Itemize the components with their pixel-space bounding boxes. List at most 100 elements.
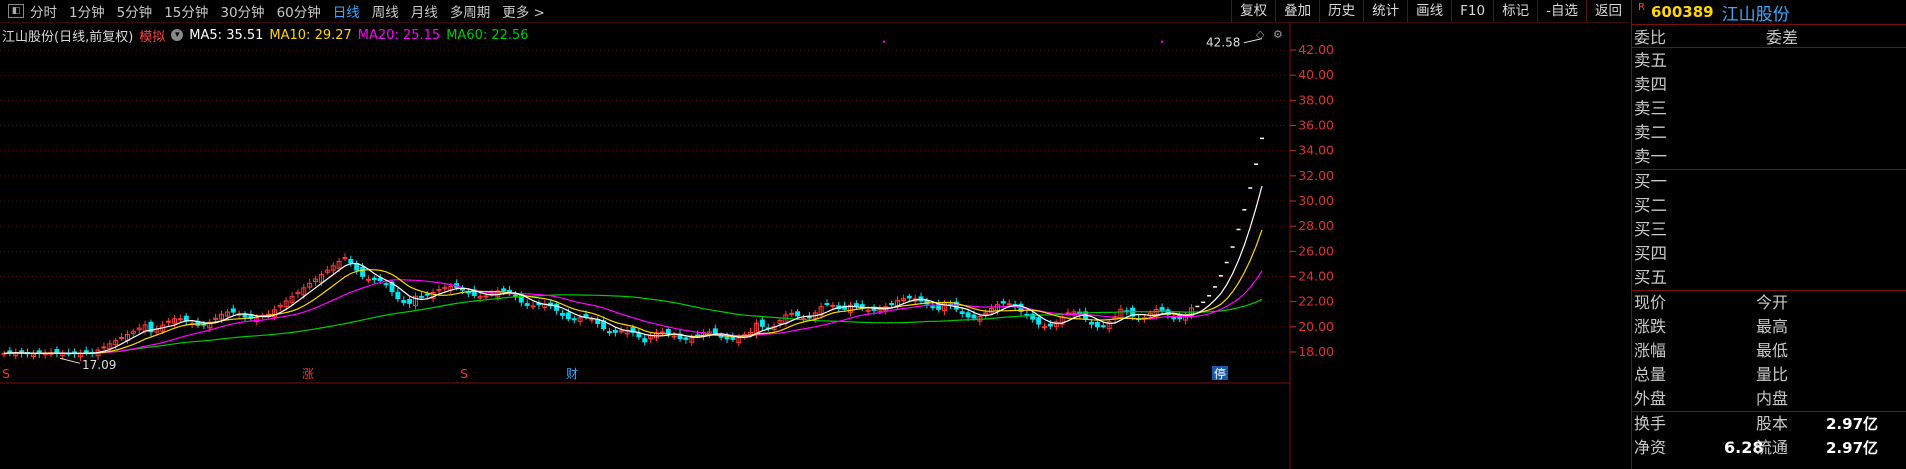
- tool-button[interactable]: F10: [1451, 0, 1493, 22]
- candle-body: [789, 312, 795, 315]
- candle-body: [395, 291, 401, 300]
- candle-body: [1036, 317, 1042, 325]
- event-marker: S: [2, 367, 10, 381]
- candle-body: [712, 328, 718, 335]
- candle-body: [230, 308, 236, 313]
- quote-row: 涨跌 最高: [1632, 315, 1906, 339]
- capital-value: 2.97亿: [1826, 415, 1879, 433]
- diamond-icon: ◇: [1256, 28, 1265, 41]
- tick-label: 42.00: [1298, 42, 1334, 57]
- sell-book: 卖五 卖四 卖三 卖二 卖一: [1632, 48, 1906, 170]
- diff-label: 委差: [1766, 28, 1799, 47]
- candle-body: [119, 337, 125, 340]
- candle-body: [524, 303, 530, 306]
- dot-marker: [882, 40, 886, 43]
- sell-level: 卖五: [1634, 51, 1667, 70]
- capital-label: 股本: [1756, 414, 1789, 433]
- candle-body: [365, 278, 371, 281]
- candle-body: [1089, 321, 1095, 325]
- candle-body: [1000, 301, 1006, 304]
- tick-label: 24.00: [1298, 269, 1334, 284]
- period-tab[interactable]: 周线: [372, 1, 399, 21]
- period-toolbar: ◧ 分时 1分钟 5分钟 15分钟 30分钟 60分钟 日线 周线 月线 多周期 更多 > 复权 叠加…: [0, 0, 1630, 23]
- low-label: 17.09: [82, 358, 116, 372]
- period-tab[interactable]: 60分钟: [277, 1, 321, 21]
- candle-body: [1100, 325, 1106, 328]
- settings-small-icon: ⚙: [1273, 28, 1283, 41]
- period-tab[interactable]: 更多 >: [502, 1, 545, 21]
- tick-label: 32.00: [1298, 168, 1334, 183]
- quote-label: 涨跌: [1634, 317, 1667, 336]
- candle-body: [1094, 321, 1100, 328]
- quote-row: 现价 今开: [1632, 291, 1906, 315]
- candle-body: [795, 311, 801, 317]
- tool-button[interactable]: 标记: [1493, 0, 1537, 22]
- quote-header: R 600389 江山股份: [1632, 0, 1906, 25]
- period-tab[interactable]: 日线: [333, 1, 360, 21]
- tick-label: 34.00: [1298, 143, 1334, 158]
- candle-body: [501, 288, 507, 292]
- candle-body: [959, 311, 965, 314]
- candle-body: [730, 336, 736, 340]
- tick-label: 28.00: [1298, 218, 1334, 233]
- period-tab[interactable]: 30分钟: [220, 1, 264, 21]
- tick-label: 30.00: [1298, 193, 1334, 208]
- tool-button[interactable]: 复权: [1231, 0, 1275, 22]
- candlestick-chart[interactable]: 42.00 40.00 38.00 36.00 34.00 32.00 30.00 28.00…: [0, 22, 1630, 469]
- tool-button[interactable]: 返回: [1586, 0, 1630, 22]
- candle-body: [571, 318, 577, 321]
- tick-label: 40.00: [1298, 67, 1334, 82]
- candle-body: [906, 295, 912, 299]
- period-tab[interactable]: 15分钟: [164, 1, 208, 21]
- tool-button[interactable]: 画线: [1407, 0, 1451, 22]
- ratio-label: 委比: [1634, 28, 1667, 47]
- candle-body: [407, 298, 413, 304]
- tool-button[interactable]: 统计: [1363, 0, 1407, 22]
- candle-body: [759, 319, 765, 327]
- quote-label: 内盘: [1756, 389, 1789, 408]
- net-asset-label: 净资: [1634, 438, 1667, 457]
- tool-button[interactable]: 叠加: [1275, 0, 1319, 22]
- high-label: 42.58: [1206, 36, 1240, 50]
- sell-level: 卖二: [1634, 123, 1667, 142]
- candle-body: [718, 335, 724, 338]
- buy-level: 买五: [1634, 268, 1667, 287]
- candle-body: [377, 277, 383, 282]
- period-tab[interactable]: 1分钟: [69, 1, 105, 21]
- candle-body: [183, 315, 189, 322]
- tick-label: 38.00: [1298, 92, 1334, 107]
- menu-icon[interactable]: ◧: [8, 4, 24, 18]
- candle-body: [612, 330, 618, 333]
- net-asset-value: 6.28: [1724, 438, 1764, 457]
- candle-body: [54, 349, 60, 354]
- tick-label: 26.00: [1298, 243, 1334, 258]
- candle-body: [671, 335, 677, 338]
- finance-row: 净资 6.28 流通 2.97亿: [1632, 436, 1906, 460]
- quote-label: 总量: [1634, 365, 1667, 384]
- candle-body: [383, 283, 389, 286]
- event-marker: 涨: [302, 366, 314, 381]
- period-tab[interactable]: 多周期: [450, 1, 491, 21]
- candle-body: [348, 258, 354, 264]
- quote-label: 现价: [1634, 293, 1667, 312]
- candle-body: [530, 305, 536, 308]
- candle-body: [1006, 303, 1012, 306]
- candle-body: [559, 312, 565, 316]
- candle-body: [606, 331, 612, 334]
- candle-body: [401, 300, 407, 304]
- period-tab[interactable]: 5分钟: [117, 1, 153, 21]
- period-tab[interactable]: 月线: [411, 1, 438, 21]
- period-tab[interactable]: 分时: [30, 1, 57, 21]
- event-marker: 停: [1214, 366, 1226, 381]
- quote-label: 涨幅: [1634, 341, 1667, 360]
- event-marker: S: [460, 367, 468, 381]
- tool-button[interactable]: 历史: [1319, 0, 1363, 22]
- candle-body: [418, 295, 424, 298]
- tool-button[interactable]: -自选: [1537, 0, 1586, 22]
- quote-row: 总量 量比: [1632, 363, 1906, 387]
- order-ratio-row: 委比 委差: [1632, 25, 1906, 48]
- sell-level: 卖一: [1634, 147, 1667, 166]
- quote-fields: 现价 今开 涨跌 最高涨幅 最低总量 量比 外盘 内盘: [1632, 291, 1906, 412]
- quote-label: 最低: [1756, 341, 1789, 360]
- quote-row: 外盘 内盘: [1632, 387, 1906, 411]
